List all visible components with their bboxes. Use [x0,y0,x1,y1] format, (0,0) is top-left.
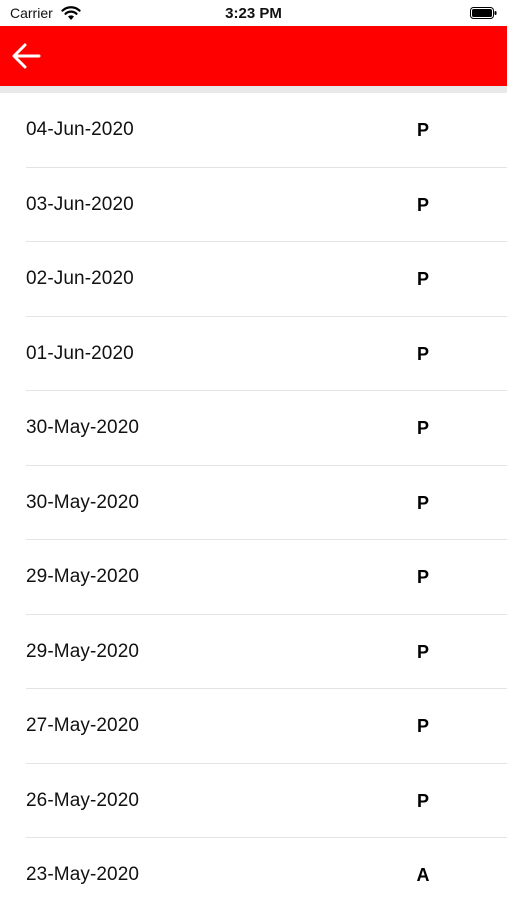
attendance-date: 01-Jun-2020 [26,342,134,364]
list-item[interactable]: 04-Jun-2020 P [0,93,507,168]
attendance-date: 27-May-2020 [26,715,140,736]
attendance-list[interactable]: 04-Jun-2020 P 03-Jun-2020 P 02-Jun-2020 P 01-J… [0,86,507,900]
attendance-status: P [416,716,429,736]
attendance-status: P [416,790,429,811]
arrow-left-icon [12,43,41,69]
attendance-status: P [416,641,429,662]
attendance-status: P [416,418,429,438]
attendance-date: 03-Jun-2020 [26,193,134,215]
attendance-date: 29-May-2020 [26,566,140,587]
list-item[interactable]: 01-Jun-2020 P [0,316,507,391]
attendance-date: 23-May-2020 [26,864,140,885]
list-item[interactable]: 03-Jun-2020 P [0,167,507,242]
attendance-status: P [416,120,429,140]
attendance-date: 30-May-2020 [26,417,140,438]
attendance-status: P [416,567,429,587]
list-item[interactable]: 30-May-2020 P [0,465,507,540]
list-item[interactable]: 30-May-2020 P [0,391,507,466]
attendance-status: P [416,343,429,364]
list-item[interactable]: 26-May-2020 P [0,763,507,838]
list-item[interactable]: 23-May-2020 A [0,838,507,900]
clock-time: 3:23 PM [225,5,282,22]
attendance-date: 26-May-2020 [26,789,140,811]
list-item[interactable]: 29-May-2020 P [0,614,507,689]
attendance-status: P [416,492,429,513]
attendance-date: 04-Jun-2020 [26,119,134,140]
attendance-date: 02-Jun-2020 [26,268,134,289]
attendance-status: A [416,865,430,885]
attendance-date: 29-May-2020 [26,640,140,662]
attendance-date: 30-May-2020 [26,491,140,513]
status-bar: Carrier 3:23 PM [0,0,507,26]
app-bar [0,26,507,86]
back-button[interactable] [6,36,46,76]
attendance-status: P [416,194,429,215]
list-item[interactable]: 02-Jun-2020 P [0,242,507,317]
list-item[interactable]: 29-May-2020 P [0,540,507,615]
attendance-status: P [416,269,429,289]
battery-icon [470,7,497,19]
list-item[interactable]: 27-May-2020 P [0,689,507,764]
